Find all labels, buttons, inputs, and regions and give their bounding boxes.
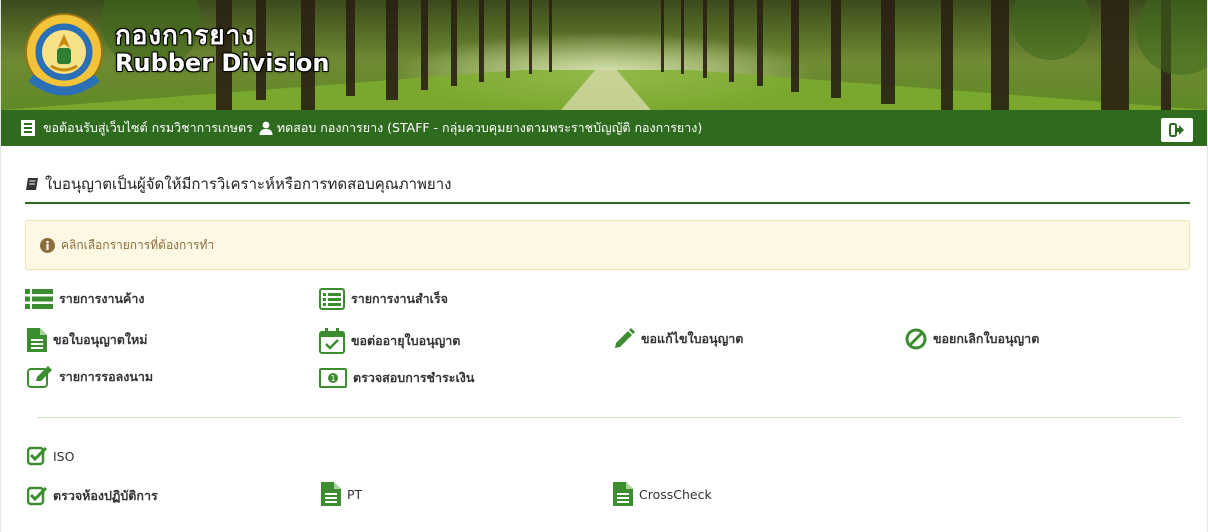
ban-icon bbox=[905, 328, 927, 350]
money-icon: 1 bbox=[319, 368, 347, 388]
menu-awaiting-signature-label: รายการรอลงนาม bbox=[59, 369, 154, 384]
menu-renew-license[interactable]: ขอต่ออายุใบอนุญาต bbox=[319, 328, 460, 354]
info-alert: คลิกเลือกรายการที่ต้องการทำ bbox=[25, 220, 1190, 270]
page-title: ใบอนุญาตเป็นผู้จัดให้มีการวิเคราะห์หรือก… bbox=[45, 175, 452, 193]
menu-check-payment[interactable]: 1 ตรวจสอบการชำระเงิน bbox=[319, 368, 474, 388]
menu-iso-label: ISO bbox=[53, 448, 75, 464]
menu-new-license-label: ขอใบอนุญาตใหม่ bbox=[53, 332, 148, 347]
menu-check-payment-label: ตรวจสอบการชำระเงิน bbox=[353, 370, 475, 385]
menu-pt-label: PT bbox=[347, 486, 363, 502]
menu-awaiting-signature[interactable]: รายการรอลงนาม bbox=[27, 366, 153, 388]
menu-new-license[interactable]: ขอใบอนุญาตใหม่ bbox=[27, 328, 148, 352]
menu-completed-label: รายการงานสำเร็จ bbox=[351, 291, 448, 306]
svg-text:1: 1 bbox=[330, 374, 335, 383]
menu-icon[interactable] bbox=[21, 120, 35, 136]
header-banner: กองการยาง Rubber Division bbox=[1, 0, 1207, 110]
user-icon bbox=[259, 121, 273, 135]
logout-button[interactable] bbox=[1161, 118, 1193, 142]
alert-message: คลิกเลือกรายการที่ต้องการทำ bbox=[61, 237, 215, 252]
current-user-text: ทดสอบ กองการยาง (STAFF - กลุ่มควบคุมยางต… bbox=[276, 120, 703, 135]
top-navbar: ขอต้อนรับสู่เว็บไซต์ กรมวิชาการเกษตร ทดส… bbox=[1, 110, 1207, 146]
menu-pt[interactable]: PT bbox=[321, 482, 362, 506]
menu-cancel-license[interactable]: ขอยกเลิกใบอนุญาต bbox=[905, 328, 1039, 350]
check-square-icon bbox=[27, 486, 47, 506]
menu-cancel-license-label: ขอยกเลิกใบอนุญาต bbox=[933, 331, 1040, 346]
brand-title: กองการยาง Rubber Division bbox=[115, 22, 330, 76]
check-square-icon bbox=[27, 446, 47, 466]
department-logo bbox=[25, 13, 103, 96]
book-icon bbox=[26, 178, 38, 190]
menu-pending-tasks[interactable]: รายการงานค้าง bbox=[25, 288, 145, 310]
welcome-text: ขอต้อนรับสู่เว็บไซต์ กรมวิชาการเกษตร bbox=[43, 120, 253, 135]
list-icon bbox=[25, 289, 53, 309]
menu-pending-label: รายการงานค้าง bbox=[59, 291, 145, 306]
brand-english-name: Rubber Division bbox=[115, 49, 330, 77]
menu-renew-license-label: ขอต่ออายุใบอนุญาต bbox=[351, 333, 461, 348]
page-header: ใบอนุญาตเป็นผู้จัดให้มีการวิเคราะห์หรือก… bbox=[25, 172, 1190, 204]
brand-thai-name: กองการยาง bbox=[115, 21, 255, 51]
menu-crosscheck[interactable]: CrossCheck bbox=[613, 482, 712, 506]
file-text-icon bbox=[321, 482, 341, 506]
pencil-icon bbox=[615, 328, 635, 348]
main-content: ใบอนุญาตเป็นผู้จัดให้มีการวิเคราะห์หรือก… bbox=[1, 172, 1207, 270]
info-circle-icon bbox=[40, 237, 55, 253]
section-divider bbox=[37, 417, 1181, 418]
menu-edit-license[interactable]: ขอแก้ไขใบอนุญาต bbox=[613, 328, 743, 350]
list-alt-icon bbox=[319, 288, 345, 310]
menu-completed-tasks[interactable]: รายการงานสำเร็จ bbox=[319, 288, 448, 310]
edit-icon bbox=[27, 366, 52, 388]
menu-edit-license-label: ขอแก้ไขใบอนุญาต bbox=[641, 331, 744, 346]
menu-crosscheck-label: CrossCheck bbox=[639, 486, 712, 502]
file-text-icon bbox=[613, 482, 633, 506]
menu-lab-inspection[interactable]: ตรวจห้องปฏิบัติการ bbox=[27, 486, 158, 506]
page: กองการยาง Rubber Division ขอต้อนรับสู่เว… bbox=[0, 0, 1208, 532]
menu-lab-inspection-label: ตรวจห้องปฏิบัติการ bbox=[53, 488, 158, 503]
calendar-check-icon bbox=[319, 328, 345, 354]
sign-out-icon bbox=[1169, 123, 1184, 137]
menu-iso[interactable]: ISO bbox=[27, 446, 74, 466]
file-text-icon bbox=[27, 328, 47, 352]
